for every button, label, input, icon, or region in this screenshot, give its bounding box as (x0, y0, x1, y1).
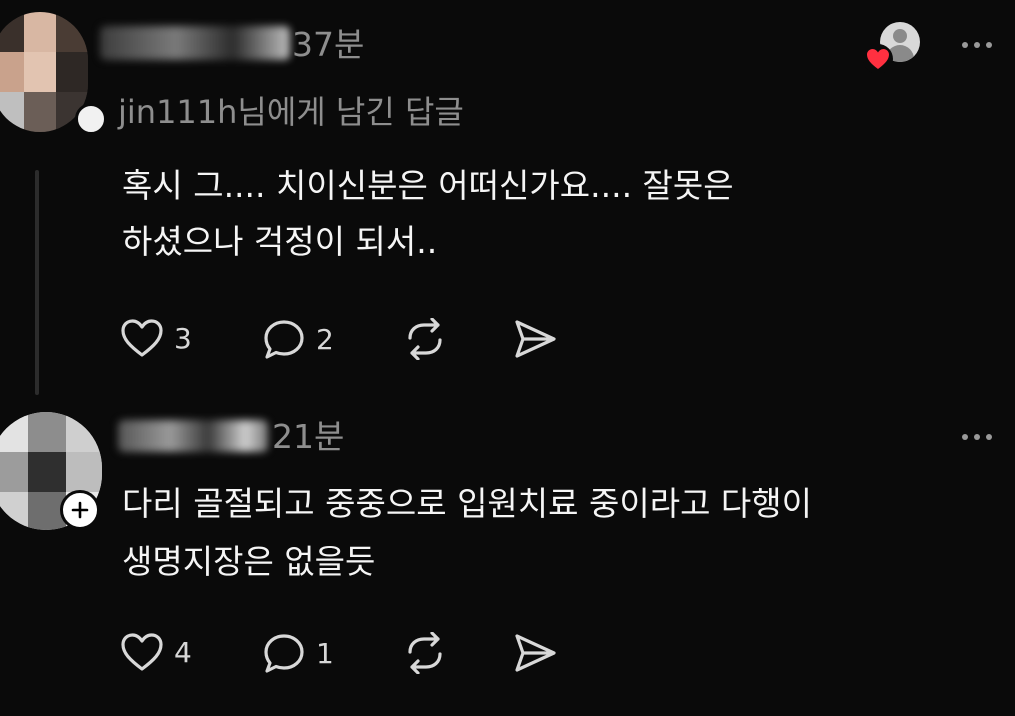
send-icon (515, 634, 556, 672)
comment-text: 혹시 그.... 치이신분은 어떠신가요.... 잘못은 (122, 166, 734, 205)
username[interactable] (100, 26, 290, 60)
timestamp: 37분 (292, 25, 365, 64)
reply-count: 2 (316, 322, 334, 356)
send-icon (515, 320, 556, 358)
follow-button[interactable] (60, 490, 100, 530)
comment-text: 하셨으나 걱정이 되서.. (122, 222, 438, 261)
like-button[interactable]: 3 (120, 318, 192, 358)
more-horizontal-icon[interactable] (962, 42, 992, 48)
like-count: 3 (174, 321, 192, 355)
reply-button[interactable]: 1 (262, 632, 334, 674)
like-count: 4 (174, 635, 192, 669)
thread-line (35, 170, 39, 395)
reply-badge-icon (75, 103, 107, 135)
more-horizontal-icon[interactable] (962, 434, 992, 440)
heart-outline-icon (121, 319, 163, 357)
plus-icon (71, 501, 89, 519)
share-button[interactable] (512, 318, 558, 360)
repost-button[interactable] (402, 318, 448, 360)
comment-text: 다리 골절되고 중중으로 입원치료 중이라고 다행이 (122, 484, 813, 523)
timestamp: 21분 (272, 417, 345, 456)
repost-icon (408, 318, 442, 360)
heart-outline-icon (121, 633, 163, 671)
like-button[interactable]: 4 (120, 632, 192, 672)
reply-button[interactable]: 2 (262, 318, 334, 360)
comment-text: 생명지장은 없을듯 (122, 542, 376, 581)
share-button[interactable] (512, 632, 558, 674)
username[interactable] (118, 420, 268, 452)
speech-bubble-icon (264, 320, 304, 359)
repost-button[interactable] (402, 632, 448, 674)
reply-count: 1 (316, 636, 334, 670)
speech-bubble-icon (264, 634, 304, 673)
reply-to-label[interactable]: jin111h님에게 남긴 답글 (118, 96, 464, 128)
repost-icon (408, 632, 442, 674)
heart-filled-icon (863, 44, 893, 74)
